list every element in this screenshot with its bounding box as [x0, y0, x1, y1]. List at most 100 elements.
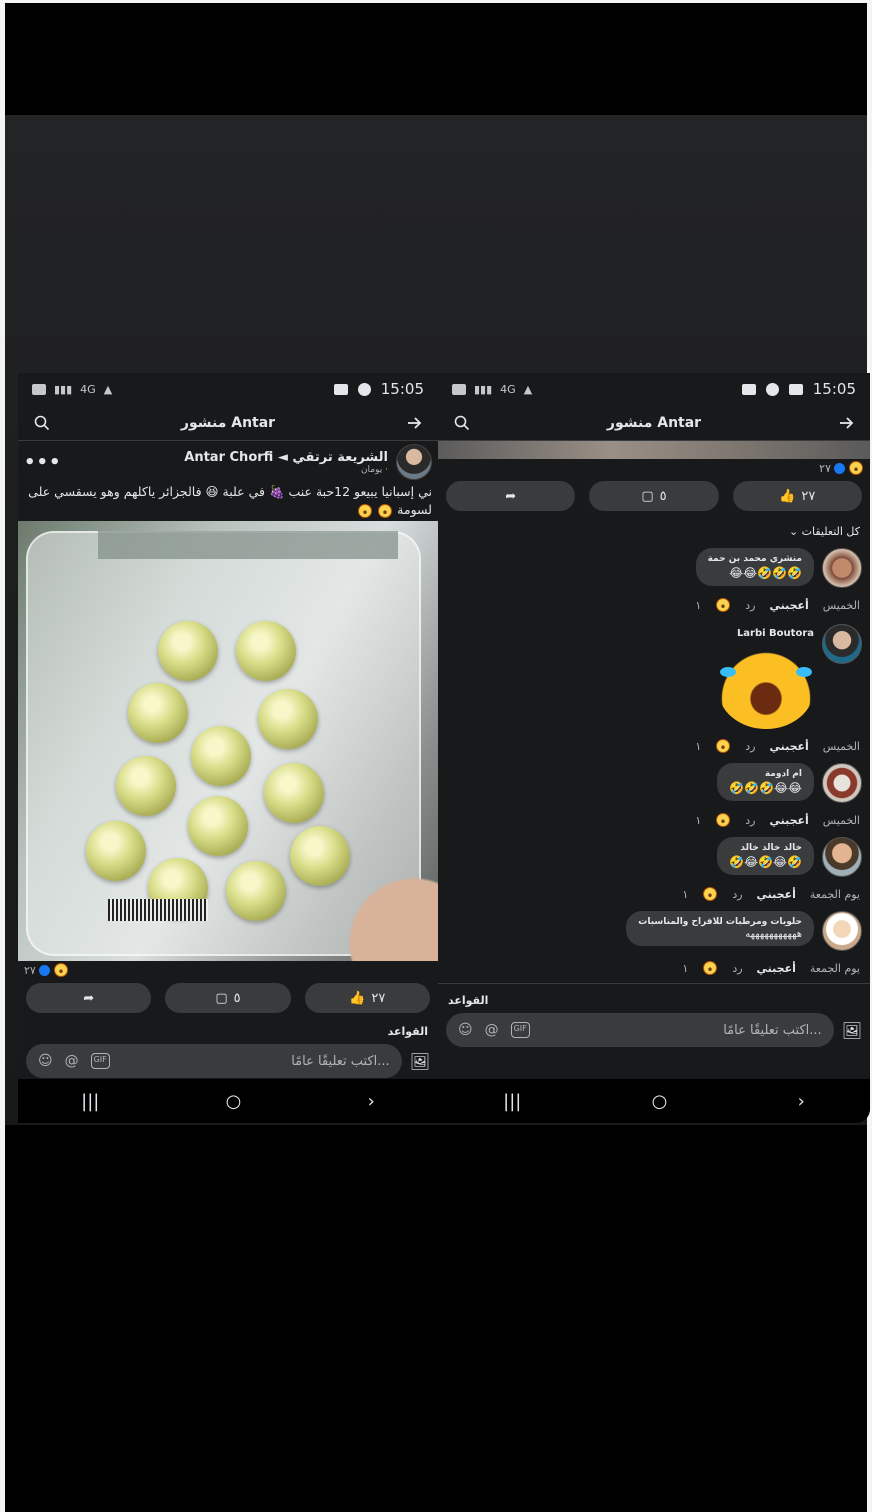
like-link[interactable]: أعجبني	[769, 599, 808, 612]
author-name[interactable]: Antar Chorfi	[184, 450, 273, 465]
comment-text: هههههههههههه	[745, 929, 802, 940]
reaction-count[interactable]: ١	[682, 962, 688, 975]
post-text: ني إسبانيا يبيعو 12حبة عنب 🍇 في علبة 😆 ف…	[18, 483, 438, 519]
haha-reaction-icon	[716, 813, 731, 827]
reaction-count[interactable]: ٢٧	[24, 964, 36, 977]
rules-label[interactable]: القواعد	[18, 1017, 438, 1038]
like-button[interactable]: 👍 ٢٧	[732, 481, 862, 511]
gif-icon[interactable]: GIF	[90, 1053, 110, 1069]
search-icon[interactable]	[30, 411, 54, 435]
reaction-count[interactable]: ١	[695, 814, 701, 827]
haha-reaction-icon	[849, 461, 863, 475]
comment-placeholder: اكتب تعليقًا عامًا...	[291, 1053, 390, 1069]
reaction-count[interactable]: ١	[695, 740, 701, 753]
comment-button[interactable]: ▢ ٥	[589, 481, 719, 511]
android-nav-bar: ||| ○ ›	[438, 1079, 870, 1123]
home-icon[interactable]: ○	[226, 1091, 242, 1112]
like-link[interactable]: أعجبني	[769, 814, 808, 827]
photo-icon[interactable]: 🖼	[842, 1021, 862, 1040]
comment-input[interactable]: ☺ @ GIF اكتب تعليقًا عامًا...	[26, 1044, 402, 1078]
composer-icons: ☺ @ GIF	[38, 1053, 110, 1069]
signal-icon: ▮▮▮	[54, 382, 73, 396]
reaction-count[interactable]: ١	[695, 599, 701, 612]
comment-meta: الخميس أعجبني رد ١	[438, 588, 870, 612]
comment-button[interactable]: ▢ ٥	[165, 983, 291, 1013]
recent-apps-icon[interactable]: |||	[503, 1091, 521, 1112]
comment-item: منشري محمد بن حمة 🤣🤣🤣😂😂	[438, 548, 870, 588]
more-dots-icon[interactable]: •••	[24, 452, 62, 473]
recent-apps-icon[interactable]: |||	[81, 1091, 99, 1112]
grape	[158, 621, 218, 681]
avatar[interactable]	[822, 837, 862, 877]
video-icon	[741, 383, 756, 395]
arrow-right-icon[interactable]	[834, 411, 858, 435]
like-link[interactable]: أعجبني	[769, 740, 808, 753]
avatar[interactable]	[822, 763, 862, 803]
at-icon[interactable]: @	[485, 1022, 499, 1038]
comment-bubble[interactable]: خالد خالد خالد 🤣😂🤣😂🤣	[717, 837, 814, 875]
reply-link[interactable]: رد	[732, 962, 742, 975]
emoji-icon[interactable]: ☺	[458, 1022, 473, 1038]
comment-text: 🤣😂🤣😂🤣	[729, 855, 802, 869]
comment-author[interactable]: خالد خالد خالد	[729, 843, 802, 853]
like-link[interactable]: أعجبني	[757, 888, 796, 901]
comment-time: يوم الجمعة	[809, 887, 860, 901]
reply-link[interactable]: رد	[745, 740, 755, 753]
comment-author[interactable]: حلويات ومرطبات للافراح والمناسبات	[638, 917, 802, 927]
emoji-icon[interactable]: ☺	[38, 1053, 53, 1069]
like-reaction-icon	[833, 461, 846, 475]
home-icon[interactable]: ○	[652, 1091, 668, 1112]
comment-bubble[interactable]: حلويات ومرطبات للافراح والمناسبات هههههه…	[626, 911, 814, 946]
like-button[interactable]: 👍 ٢٧	[304, 983, 430, 1013]
reply-link[interactable]: رد	[745, 599, 755, 612]
avatar[interactable]	[822, 548, 862, 588]
reaction-summary[interactable]: ٢٧	[438, 459, 870, 477]
back-icon[interactable]: ›	[368, 1091, 375, 1112]
comment-icon: ▢	[641, 488, 654, 504]
like-link[interactable]: أعجبني	[757, 962, 796, 975]
laughing-emoji-icon	[358, 503, 373, 518]
comment-author[interactable]: منشري محمد بن حمة	[708, 554, 802, 564]
gif-icon[interactable]: GIF	[510, 1022, 530, 1038]
rules-label[interactable]: القواعد	[438, 983, 870, 1007]
reply-link[interactable]: رد	[732, 888, 742, 901]
all-comments-filter[interactable]: كل التعليقات ⌄	[438, 515, 870, 542]
search-icon[interactable]	[450, 411, 474, 435]
reply-link[interactable]: رد	[745, 814, 755, 827]
group-name[interactable]: ◄ الشريعة ترتقي	[278, 450, 388, 465]
grape	[188, 796, 248, 856]
comment-bubble[interactable]: منشري محمد بن حمة 🤣🤣🤣😂😂	[695, 548, 814, 586]
comment-author[interactable]: Larbi Boutora	[737, 624, 814, 639]
author-line[interactable]: Antar Chorfi ◄ الشريعة ترتقي	[184, 450, 388, 465]
reaction-summary[interactable]: ٢٧	[18, 961, 438, 979]
arrow-right-icon[interactable]	[402, 411, 426, 435]
share-button[interactable]: ➦	[446, 481, 576, 511]
avatar[interactable]	[396, 444, 432, 480]
status-indicators: ▮▮▮ 4G ▲	[32, 383, 112, 396]
comment-meta: يوم الجمعة أعجبني رد ١	[438, 951, 870, 975]
share-button[interactable]: ➦	[26, 983, 152, 1013]
comment-time: الخميس	[822, 739, 860, 753]
like-icon: 👍	[779, 488, 796, 504]
reaction-count[interactable]: ١	[682, 888, 688, 901]
reaction-count[interactable]: ٢٧	[819, 462, 831, 475]
comment-text: 🤣🤣🤣😂😂	[729, 566, 802, 580]
comment-bubble[interactable]: ام ادومة 😂😂🤣🤣🤣	[717, 763, 814, 801]
post-author[interactable]: Antar Chorfi ◄ الشريعة ترتقي يومان ·	[184, 444, 432, 480]
avatar[interactable]	[822, 624, 862, 664]
avatar[interactable]	[822, 911, 862, 951]
grape	[258, 689, 318, 749]
comment-author[interactable]: ام ادومة	[729, 769, 802, 779]
all-comments-label[interactable]: كل التعليقات	[802, 525, 860, 538]
back-icon[interactable]: ›	[798, 1091, 805, 1112]
like-count: ٢٧	[801, 488, 816, 504]
comment-item: حلويات ومرطبات للافراح والمناسبات هههههه…	[438, 911, 870, 951]
post-photo[interactable]	[18, 521, 438, 961]
comment-input[interactable]: ☺ @ GIF اكتب تعليقًا عامًا...	[446, 1013, 834, 1047]
battery-icon	[32, 383, 46, 395]
barcode	[108, 899, 208, 921]
status-bar: ▮▮▮ 4G ▲ 15:05	[438, 373, 870, 405]
at-icon[interactable]: @	[65, 1053, 79, 1069]
photo-icon[interactable]: 🖼	[410, 1052, 430, 1071]
comment-icon: ▢	[215, 990, 228, 1006]
